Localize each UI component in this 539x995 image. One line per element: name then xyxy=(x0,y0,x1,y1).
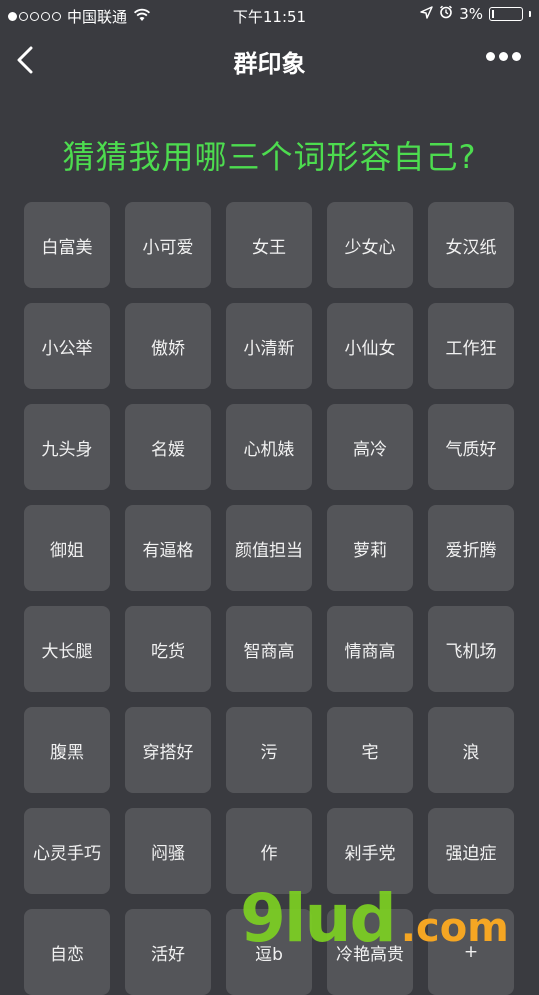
tag-button[interactable]: 女王 xyxy=(226,202,312,288)
add-tag-button[interactable]: + xyxy=(428,909,514,995)
tag-button[interactable]: 穿搭好 xyxy=(125,707,211,793)
tag-button[interactable]: 小可爱 xyxy=(125,202,211,288)
tag-button[interactable]: 少女心 xyxy=(327,202,413,288)
tag-button[interactable]: 自恋 xyxy=(24,909,110,995)
tag-button[interactable]: 浪 xyxy=(428,707,514,793)
tag-button[interactable]: 污 xyxy=(226,707,312,793)
tag-button[interactable]: 宅 xyxy=(327,707,413,793)
tag-button[interactable]: 有逼格 xyxy=(125,505,211,591)
battery-icon xyxy=(489,7,523,21)
battery-percent: 3% xyxy=(459,5,483,23)
tag-button[interactable]: 小清新 xyxy=(226,303,312,389)
tag-button[interactable]: 高冷 xyxy=(327,404,413,490)
tag-button[interactable]: 智商高 xyxy=(226,606,312,692)
alarm-icon xyxy=(439,5,453,23)
tag-button[interactable]: 小仙女 xyxy=(327,303,413,389)
nav-bar: 群印象 xyxy=(0,30,539,90)
question-heading: 猜猜我用哪三个词形容自己? xyxy=(62,138,477,176)
tag-button[interactable]: 小公举 xyxy=(24,303,110,389)
tag-button[interactable]: 工作狂 xyxy=(428,303,514,389)
tag-button[interactable]: 作 xyxy=(226,808,312,894)
status-bar: 中国联通 下午11:51 3% xyxy=(0,0,539,30)
tag-button[interactable]: 名媛 xyxy=(125,404,211,490)
tag-button[interactable]: 女汉纸 xyxy=(428,202,514,288)
status-right: 3% xyxy=(420,5,531,23)
tag-button[interactable]: 心机婊 xyxy=(226,404,312,490)
tag-button[interactable]: 气质好 xyxy=(428,404,514,490)
tag-button[interactable]: 闷骚 xyxy=(125,808,211,894)
more-button[interactable] xyxy=(486,52,521,61)
tag-button[interactable]: 活好 xyxy=(125,909,211,995)
page-title: 群印象 xyxy=(233,50,306,78)
tag-button[interactable]: 御姐 xyxy=(24,505,110,591)
tag-button[interactable]: 白富美 xyxy=(24,202,110,288)
tag-button[interactable]: 冷艳高贵 xyxy=(327,909,413,995)
tag-button[interactable]: 爱折腾 xyxy=(428,505,514,591)
tag-button[interactable]: 腹黑 xyxy=(24,707,110,793)
tag-button[interactable]: 萝莉 xyxy=(327,505,413,591)
location-icon xyxy=(420,5,433,23)
tag-button[interactable]: 飞机场 xyxy=(428,606,514,692)
tag-button[interactable]: 吃货 xyxy=(125,606,211,692)
tag-grid: 白富美 小可爱 女王 少女心 女汉纸 小公举 傲娇 小清新 小仙女 工作狂 九头… xyxy=(24,202,514,995)
tag-button[interactable]: 心灵手巧 xyxy=(24,808,110,894)
tag-button[interactable]: 逗b xyxy=(226,909,312,995)
tag-button[interactable]: 强迫症 xyxy=(428,808,514,894)
tag-button[interactable]: 情商高 xyxy=(327,606,413,692)
tag-button[interactable]: 九头身 xyxy=(24,404,110,490)
tag-button[interactable]: 大长腿 xyxy=(24,606,110,692)
tag-button[interactable]: 傲娇 xyxy=(125,303,211,389)
tag-button[interactable]: 颜值担当 xyxy=(226,505,312,591)
tag-button[interactable]: 剁手党 xyxy=(327,808,413,894)
more-dots-icon xyxy=(486,52,495,61)
